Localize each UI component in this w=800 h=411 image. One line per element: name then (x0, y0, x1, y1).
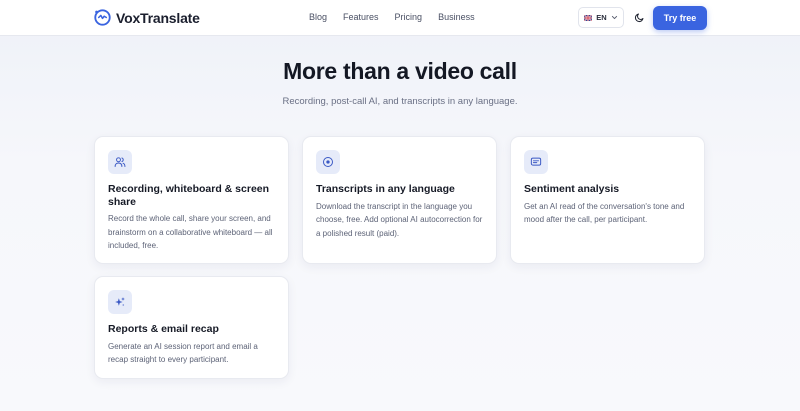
message-icon (530, 157, 542, 166)
language-code: EN (596, 13, 607, 22)
feature-icon-box (316, 150, 340, 174)
sparkles-icon (115, 297, 125, 307)
brand[interactable]: VoxTranslate (94, 9, 200, 26)
nav-link-business[interactable]: Business (438, 12, 475, 22)
feature-description: Record the whole call, share your screen… (108, 214, 273, 250)
page-subtitle: Recording, post-call AI, and transcripts… (282, 96, 518, 107)
feature-icon-box (108, 290, 132, 314)
uk-flag-icon (584, 14, 593, 21)
feature-title: Sentiment analysis (524, 183, 620, 195)
feature-card-transcripts: Transcripts in any language Download the… (302, 136, 497, 264)
feature-title: Recording, whiteboard & screen share (108, 183, 270, 208)
record-icon (323, 157, 333, 167)
users-icon (114, 157, 126, 167)
brand-name: VoxTranslate (116, 9, 200, 26)
feature-description: Get an AI read of the conversation's ton… (524, 201, 685, 225)
nav-links: Blog Features Pricing Business (309, 12, 491, 22)
try-free-button[interactable]: Try free (653, 6, 707, 30)
nav-link-blog[interactable]: Blog (309, 12, 327, 22)
theme-toggle[interactable] (629, 7, 650, 28)
chevron-down-icon (611, 15, 617, 20)
nav-link-pricing[interactable]: Pricing (395, 12, 423, 22)
feature-icon-box (108, 150, 132, 174)
feature-icon-box (524, 150, 548, 174)
moon-icon (635, 13, 644, 22)
feature-description: Generate an AI session report and email … (108, 341, 258, 365)
feature-title: Reports & email recap (108, 323, 219, 335)
feature-card-sentiment: Sentiment analysis Get an AI read of the… (510, 136, 705, 264)
feature-card-recording: Recording, whiteboard & screen share Rec… (94, 136, 289, 264)
page-title: More than a video call (283, 58, 517, 84)
top-navbar: VoxTranslate Blog Features Pricing Busin… (0, 0, 800, 36)
vox-logo-icon (94, 9, 111, 26)
feature-description: Download the transcript in the language … (316, 201, 483, 238)
nav-link-features[interactable]: Features (343, 12, 379, 22)
feature-title: Transcripts in any language (316, 183, 455, 195)
language-selector[interactable]: EN (578, 7, 624, 28)
feature-card-reports: Reports & email recap Generate an AI ses… (94, 276, 289, 379)
